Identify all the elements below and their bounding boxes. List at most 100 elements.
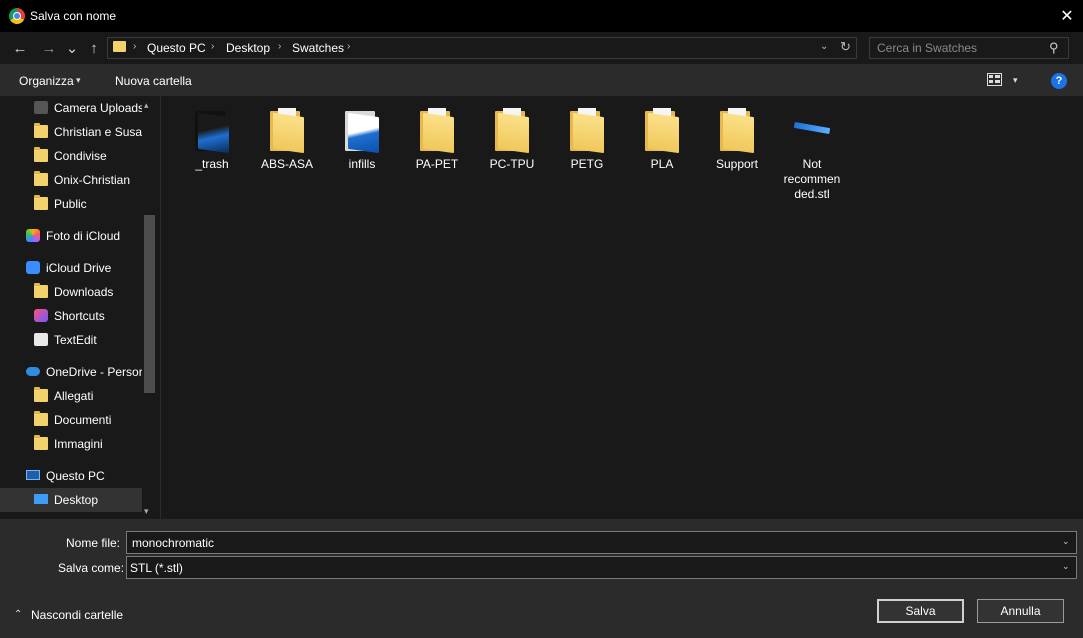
file-item-trash[interactable]: _trash	[177, 107, 247, 172]
folder-icon	[34, 195, 48, 210]
sidebar-item-label: iCloud Drive	[46, 261, 112, 275]
breadcrumb-separator[interactable]: ›	[133, 41, 136, 52]
chevron-down-icon[interactable]: ⌄	[1062, 561, 1070, 572]
view-caret-icon[interactable]: ▾	[1013, 75, 1018, 86]
sidebar-item-public[interactable]: Public	[0, 192, 142, 216]
help-icon[interactable]: ?	[1051, 73, 1067, 89]
shortcuts-icon	[34, 309, 48, 322]
file-item-pla[interactable]: PLA	[627, 107, 697, 172]
icloud-drive-icon	[26, 261, 40, 274]
up-button[interactable]: ↑	[83, 37, 105, 59]
sidebar-item-label: Christian e Susar	[54, 125, 142, 139]
title-bar	[0, 0, 1083, 32]
file-name: _trash	[195, 157, 229, 171]
breadcrumb-questo-pc[interactable]: Questo PC	[147, 41, 206, 55]
sidebar-item-icloud-drive[interactable]: iCloud Drive	[0, 256, 142, 280]
file-name: PC-TPU	[489, 157, 535, 171]
sidebar-item-label: Downloads	[54, 285, 114, 299]
file-item-infills[interactable]: infills	[327, 107, 397, 172]
address-bar[interactable]	[107, 37, 857, 59]
sidebar-item-shortcuts[interactable]: Shortcuts	[0, 304, 142, 328]
window-title: Salva con nome	[30, 9, 117, 23]
breadcrumb-swatches[interactable]: Swatches	[292, 41, 344, 55]
file-name: ABS-ASA	[260, 157, 314, 171]
folder-icon	[195, 107, 229, 154]
sidebar-item-allegati[interactable]: Allegati	[0, 384, 142, 408]
caret-down-icon[interactable]: ▾	[76, 75, 81, 86]
breadcrumb-separator[interactable]: ›	[278, 41, 281, 52]
refresh-icon[interactable]: ↻	[840, 39, 851, 55]
shared-folder-icon	[34, 171, 48, 186]
cancel-button[interactable]: Annulla	[977, 599, 1064, 623]
scroll-up-icon[interactable]: ▴	[144, 100, 149, 111]
chevron-down-icon[interactable]: ⌄	[1062, 536, 1070, 547]
filename-input[interactable]	[126, 531, 1077, 554]
shared-folder-icon	[34, 123, 48, 138]
sidebar-item-condivise[interactable]: Condivise	[0, 144, 142, 168]
file-item-stl[interactable]: Not recommended.stl	[777, 107, 847, 202]
sidebar-scrollbar-thumb[interactable]	[144, 215, 155, 393]
forward-button[interactable]: →	[38, 37, 60, 59]
sidebar-item-desktop[interactable]: Desktop	[0, 488, 142, 512]
sidebar-item-christian-e-susan[interactable]: Christian e Susar	[0, 120, 142, 144]
sidebar-item-label: TextEdit	[54, 333, 97, 347]
search-icon[interactable]: ⚲	[1049, 40, 1059, 56]
new-folder-button[interactable]: Nuova cartella	[115, 74, 192, 88]
sidebar-item-textedit[interactable]: TextEdit	[0, 328, 142, 352]
organizza-menu[interactable]: Organizza	[19, 74, 74, 88]
desktop-icon	[34, 494, 48, 504]
address-dropdown-icon[interactable]: ⌄	[820, 41, 828, 52]
back-arrow-icon: ←	[12, 39, 28, 57]
sidebar-item-label: Condivise	[54, 149, 107, 163]
sidebar-item-label: Allegati	[54, 389, 94, 403]
sidebar-item-label: Shortcuts	[54, 309, 105, 323]
sidebar-item-label: Onix-Christian	[54, 173, 131, 187]
file-item-support[interactable]: Support	[702, 107, 772, 172]
save-as-type-label: Salva come:	[58, 561, 125, 575]
file-item-petg[interactable]: PETG	[552, 107, 622, 172]
sidebar-item-onedrive[interactable]: OneDrive - Persor	[0, 360, 142, 384]
sidebar-item-onix-christian[interactable]: Onix-Christian	[0, 168, 142, 192]
close-button[interactable]: ✕	[1051, 0, 1083, 32]
folder-icon	[720, 107, 754, 154]
sidebar-item-label: OneDrive - Persor	[46, 365, 142, 379]
icloud-photos-icon	[26, 229, 40, 242]
sidebar-item-label: Desktop	[54, 493, 99, 507]
textedit-icon	[34, 333, 48, 346]
sidebar-item-label: Immagini	[54, 437, 103, 451]
chevron-up-icon[interactable]: ⌃	[14, 609, 22, 620]
folder-icon	[34, 411, 48, 426]
sidebar-item-immagini[interactable]: Immagini	[0, 432, 142, 456]
file-item-pc-tpu[interactable]: PC-TPU	[477, 107, 547, 172]
sidebar-item-questo-pc[interactable]: Questo PC	[0, 464, 142, 488]
file-item-abs-asa[interactable]: ABS-ASA	[252, 107, 322, 172]
sidebar-item-foto-di-icloud[interactable]: Foto di iCloud	[0, 224, 142, 248]
breadcrumb-desktop[interactable]: Desktop	[226, 41, 270, 55]
chrome-icon	[9, 8, 25, 24]
view-options-icon[interactable]	[987, 73, 1002, 86]
sidebar-item-label: Foto di iCloud	[46, 229, 121, 243]
chevron-down-icon: ⌄	[65, 40, 79, 57]
breadcrumb-separator[interactable]: ›	[347, 41, 350, 52]
save-as-type-select[interactable]	[126, 556, 1077, 579]
search-placeholder: Cerca in Swatches	[877, 41, 978, 55]
recent-locations-button[interactable]: ⌄	[63, 37, 81, 59]
sidebar-item-downloads[interactable]: Downloads	[0, 280, 142, 304]
file-name: Not recommended.stl	[783, 157, 841, 201]
camera-icon	[34, 101, 48, 114]
onedrive-icon	[26, 367, 40, 376]
folder-icon	[34, 283, 48, 298]
scroll-down-icon[interactable]: ▾	[144, 506, 149, 517]
folder-icon	[113, 41, 126, 52]
folder-icon	[570, 107, 604, 154]
file-name: PA-PET	[415, 157, 459, 171]
back-button[interactable]: ←	[9, 37, 31, 59]
sidebar-item-documenti[interactable]: Documenti	[0, 408, 142, 432]
breadcrumb-separator[interactable]: ›	[211, 41, 214, 52]
hide-folders-toggle[interactable]: Nascondi cartelle	[31, 608, 123, 622]
sidebar-item-label: Questo PC	[46, 469, 105, 483]
filename-label: Nome file:	[66, 536, 121, 550]
file-item-pa-pet[interactable]: PA-PET	[402, 107, 472, 172]
save-button[interactable]: Salva	[877, 599, 964, 623]
sidebar-item-camera-uploads[interactable]: Camera Uploads	[0, 96, 142, 120]
